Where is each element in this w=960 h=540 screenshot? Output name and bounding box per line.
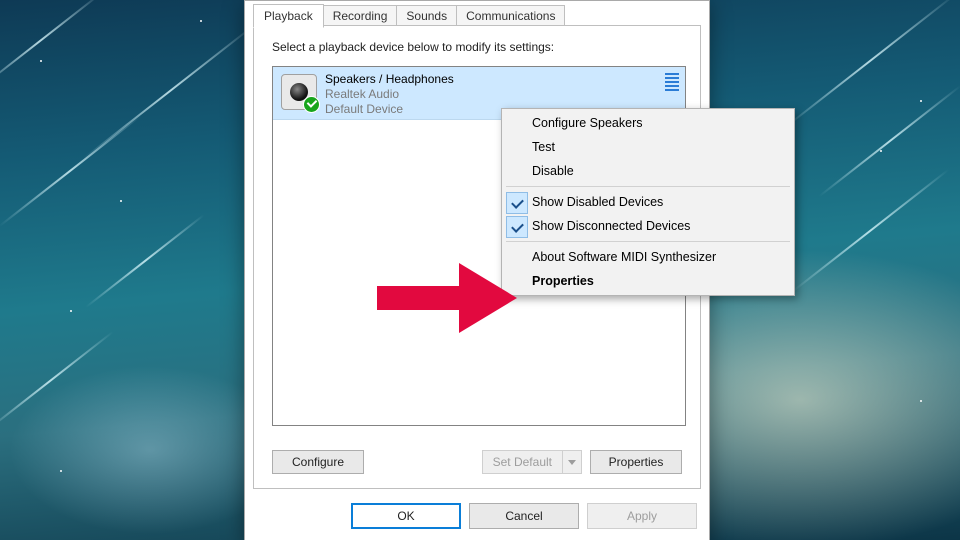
- chevron-down-icon: [562, 451, 581, 473]
- speaker-device-icon: [281, 74, 317, 110]
- cancel-button[interactable]: Cancel: [469, 503, 579, 529]
- default-check-icon: [303, 96, 320, 113]
- tab-playback[interactable]: Playback: [253, 4, 324, 28]
- menu-show-disconnected[interactable]: Show Disconnected Devices: [504, 214, 792, 238]
- volume-level-icon: [665, 73, 679, 91]
- dialog-action-buttons: OK Cancel Apply: [351, 503, 697, 529]
- menu-separator: [506, 241, 790, 242]
- menu-show-disabled[interactable]: Show Disabled Devices: [504, 190, 792, 214]
- device-text: Speakers / Headphones Realtek Audio Defa…: [325, 72, 454, 117]
- device-context-menu: Configure Speakers Test Disable Show Dis…: [501, 108, 795, 296]
- device-name: Speakers / Headphones: [325, 72, 454, 87]
- device-status: Default Device: [325, 102, 454, 117]
- menu-properties[interactable]: Properties: [504, 269, 792, 293]
- check-icon: [506, 192, 528, 214]
- menu-about-midi[interactable]: About Software MIDI Synthesizer: [504, 245, 792, 269]
- menu-test[interactable]: Test: [504, 135, 792, 159]
- menu-separator: [506, 186, 790, 187]
- instruction-text: Select a playback device below to modify…: [272, 40, 554, 54]
- menu-show-disabled-label: Show Disabled Devices: [532, 195, 663, 209]
- device-driver: Realtek Audio: [325, 87, 454, 102]
- set-default-label: Set Default: [483, 451, 562, 473]
- properties-button[interactable]: Properties: [590, 450, 682, 474]
- playback-button-row: Configure Set Default Properties: [272, 450, 682, 474]
- apply-button: Apply: [587, 503, 697, 529]
- configure-button[interactable]: Configure: [272, 450, 364, 474]
- set-default-button: Set Default: [482, 450, 582, 474]
- menu-disable[interactable]: Disable: [504, 159, 792, 183]
- check-icon: [506, 216, 528, 238]
- menu-show-disconnected-label: Show Disconnected Devices: [532, 219, 690, 233]
- ok-button[interactable]: OK: [351, 503, 461, 529]
- desktop-wallpaper: Playback Recording Sounds Communications…: [0, 0, 960, 540]
- menu-configure-speakers[interactable]: Configure Speakers: [504, 111, 792, 135]
- annotation-arrow-icon: [377, 263, 517, 333]
